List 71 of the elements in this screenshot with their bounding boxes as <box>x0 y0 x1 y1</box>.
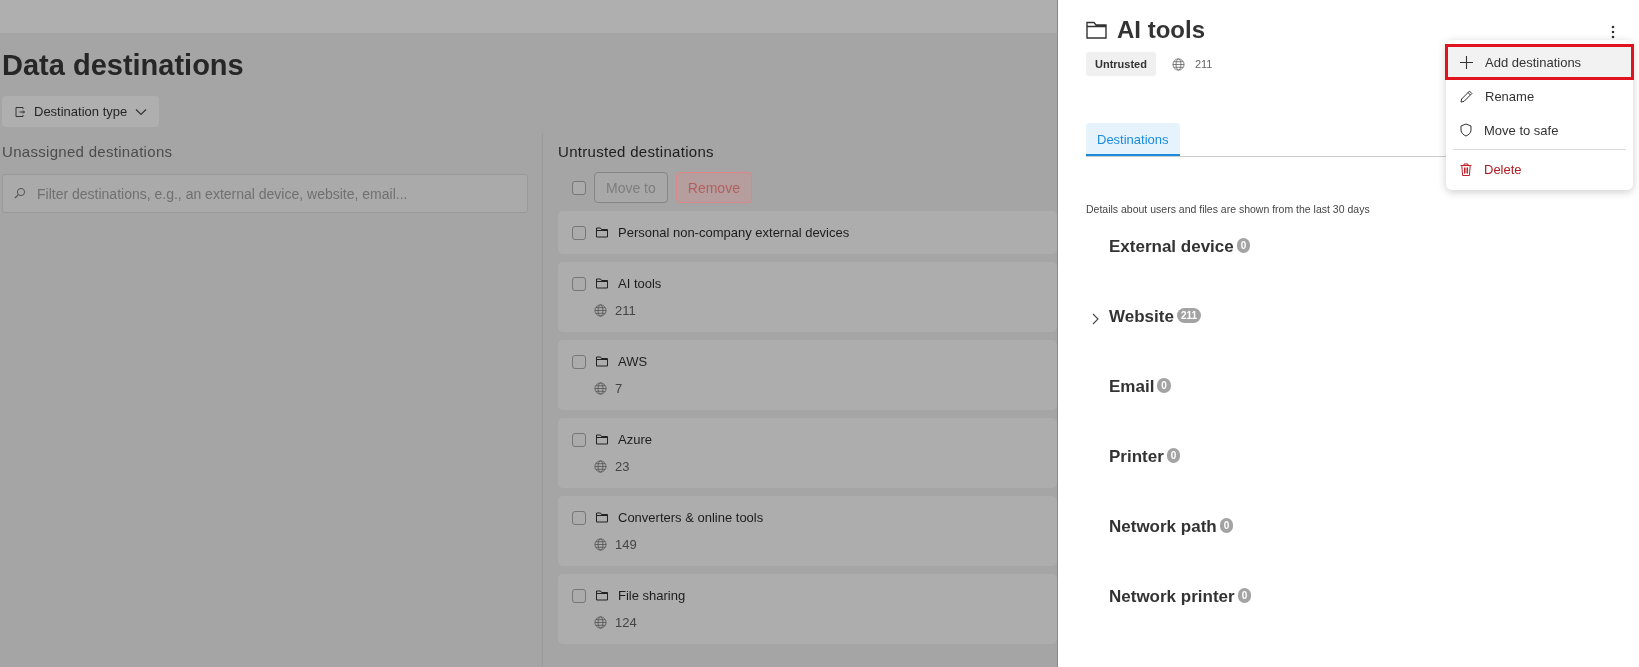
folder-icon <box>596 356 608 367</box>
panel-title: AI tools <box>1117 16 1205 44</box>
destination-type-button[interactable]: Destination type <box>2 96 160 127</box>
row-checkbox[interactable] <box>572 588 586 603</box>
shield-icon <box>1460 123 1472 137</box>
chevron-down-icon <box>135 107 148 116</box>
more-options-icon[interactable] <box>1611 25 1615 39</box>
category-name: Website <box>1109 307 1174 327</box>
destination-count: 7 <box>615 381 623 396</box>
folder-icon <box>596 512 608 523</box>
destination-count: 149 <box>615 537 637 552</box>
category-name: External device <box>1109 237 1234 257</box>
chevron-right-icon[interactable] <box>1092 313 1099 325</box>
folder-icon <box>596 227 608 238</box>
menu-item[interactable]: Rename <box>1446 79 1633 113</box>
destination-group-card[interactable]: Personal non-company external devices <box>558 211 1057 254</box>
info-note: Details about users and files are shown from the last 30 days <box>1086 203 1371 215</box>
destination-count: 23 <box>615 459 630 474</box>
search-field[interactable]: Filter destinations, e.g., an external device, website, email... <box>2 174 528 213</box>
destination-count: 211 <box>1194 58 1213 70</box>
globe-icon <box>1171 57 1185 71</box>
row-checkbox[interactable] <box>572 354 586 369</box>
group-name: Personal non-company external devices <box>618 225 850 240</box>
menu-item[interactable]: Add destinations <box>1446 45 1633 79</box>
file-export-icon <box>14 105 26 118</box>
folder-icon <box>596 590 608 601</box>
globe-icon <box>594 304 607 317</box>
destination-count: 124 <box>615 615 637 630</box>
folder-icon <box>596 278 608 289</box>
globe-icon <box>594 616 607 629</box>
section-heading: Unassigned destinations <box>2 143 174 160</box>
count-badge: 211 <box>1176 308 1201 323</box>
group-name: AWS <box>618 354 648 369</box>
destination-group-card[interactable]: File sharing 124 <box>558 574 1057 644</box>
globe-icon <box>594 460 607 473</box>
destination-group-card[interactable]: AWS 7 <box>558 340 1057 410</box>
menu-item[interactable]: Move to safe <box>1446 113 1633 147</box>
category-name: Email <box>1109 377 1155 397</box>
row-checkbox[interactable] <box>572 225 586 240</box>
category-name: Network printer <box>1109 587 1235 607</box>
count-badge: 0 <box>1166 448 1181 463</box>
group-name: Converters & online tools <box>618 510 764 525</box>
globe-icon <box>594 382 607 395</box>
select-all-checkbox[interactable] <box>572 180 586 195</box>
folder-icon <box>1086 21 1107 39</box>
menu-item[interactable]: Delete <box>1446 152 1633 186</box>
destination-group-card[interactable]: Azure 23 <box>558 418 1057 488</box>
folder-icon <box>596 434 608 445</box>
group-name: AI tools <box>618 276 662 291</box>
category-name: Printer <box>1109 447 1164 467</box>
row-checkbox[interactable] <box>572 432 586 447</box>
count-badge: 0 <box>1157 378 1171 393</box>
plus-icon <box>1460 55 1473 69</box>
search-icon <box>14 187 26 199</box>
category-name: Network path <box>1109 517 1217 537</box>
page-title: Data destinations <box>2 49 245 82</box>
row-checkbox[interactable] <box>572 276 586 291</box>
group-name: Azure <box>618 432 652 447</box>
destination-group-card[interactable]: Converters & online tools 149 <box>558 496 1057 566</box>
count-badge: 0 <box>1237 588 1252 603</box>
count-badge: 0 <box>1236 238 1251 253</box>
pencil-icon <box>1460 89 1473 103</box>
group-name: File sharing <box>618 588 686 603</box>
count-badge: 0 <box>1219 518 1234 533</box>
section-heading: Untrusted destinations <box>558 143 715 160</box>
destination-group-card[interactable]: AI tools 211 <box>558 262 1057 332</box>
row-checkbox[interactable] <box>572 510 586 525</box>
status-badge: Untrusted <box>1086 52 1156 76</box>
destination-count: 211 <box>615 303 636 318</box>
globe-icon <box>594 538 607 551</box>
trash-icon <box>1460 162 1472 176</box>
